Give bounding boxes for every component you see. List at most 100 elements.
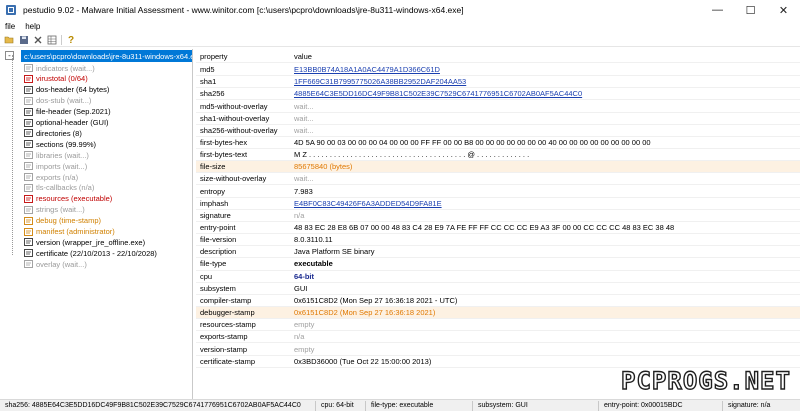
dos-header-icon: [23, 85, 33, 94]
property-value: GUI: [294, 283, 308, 293]
table-row[interactable]: file-version 8.0.3110.11: [196, 234, 800, 247]
exports-icon: [23, 173, 33, 182]
property-value[interactable]: 4885E64C3E5DD16DC49F9B81C502E39C7529C674…: [292, 89, 800, 98]
property-value: n/a: [294, 332, 305, 342]
open-button[interactable]: [3, 34, 16, 46]
tree-item[interactable]: overlay (wait...): [23, 258, 87, 270]
property-name: sha1: [200, 77, 217, 87]
tree-item-label: virustotal (0/64): [36, 74, 88, 84]
table-row[interactable]: imphash E4BF0C83C49426F6A3ADDED54D9FA81E: [196, 198, 800, 210]
strings-icon: [23, 205, 33, 214]
table-row[interactable]: file-size 85675840 (bytes): [196, 161, 800, 174]
column-header-property[interactable]: property: [196, 52, 292, 61]
table-row[interactable]: signature n/a: [196, 210, 800, 222]
toolbar-separator: [61, 34, 62, 45]
property-name: sha256: [200, 89, 225, 99]
table-row[interactable]: version-stamp empty: [196, 343, 800, 356]
property-value: wait...: [294, 113, 314, 123]
about-button[interactable]: ?: [64, 34, 77, 46]
optional-header-icon: [23, 118, 33, 127]
tree-item-label: exports (n/a): [36, 172, 79, 182]
table-row[interactable]: entropy 7.983: [196, 186, 800, 198]
manifest-icon: [23, 227, 33, 236]
close-file-button[interactable]: [31, 34, 44, 46]
close-window-button[interactable]: ✕: [767, 0, 800, 20]
window-title: pestudio 9.02 - Malware Initial Assessme…: [23, 5, 464, 15]
tree-item-label: tls-callbacks (n/a): [36, 183, 95, 193]
property-value: 48 83 EC 28 E8 6B 07 00 00 48 83 C4 28 E…: [294, 223, 675, 232]
status-entry-point: entry-point: 0x00015BDC: [599, 400, 723, 411]
property-value: 8.0.3110.11: [294, 235, 333, 245]
property-name: md5: [200, 65, 215, 75]
property-value: n/a: [294, 210, 305, 220]
table-row[interactable]: first-bytes-text M Z . . . . . . . . . . …: [196, 149, 800, 162]
virustotal-icon: [23, 74, 33, 83]
table-row[interactable]: cpu 64-bit: [196, 271, 800, 283]
file-header-icon: [23, 107, 33, 116]
table-row[interactable]: md5 E13BB0B74A18A1A0AC4479A1D366C61D: [196, 64, 800, 77]
property-value: wait...: [294, 125, 314, 135]
menu-help[interactable]: help: [20, 22, 45, 31]
table-row[interactable]: debugger-stamp 0x6151C8D2 (Mon Sep 27 16:…: [196, 307, 800, 320]
table-row[interactable]: description Java Platform SE binary: [196, 246, 800, 259]
table-header-row: property value: [196, 51, 800, 64]
certificate-icon: [23, 249, 33, 258]
minimize-button[interactable]: —: [701, 0, 734, 20]
grid-button[interactable]: [45, 34, 58, 46]
status-signature: signature: n/a: [728, 402, 771, 409]
sections-icon: [23, 140, 33, 149]
table-row[interactable]: entry-point 48 83 EC 28 E8 6B 07 00 00 48…: [196, 222, 800, 235]
tree-item-label: resources (executable): [36, 194, 113, 204]
table-row[interactable]: size-without-overlay wait...: [196, 173, 800, 186]
table-row[interactable]: exports-stamp n/a: [196, 331, 800, 344]
tree-item-label: version (wrapper_jre_offline.exe): [36, 237, 146, 247]
tree-item-label: strings (wait...): [36, 205, 85, 215]
property-name: version-stamp: [200, 344, 248, 354]
property-value: 85675840 (bytes): [294, 162, 353, 172]
status-cpu: cpu: 64-bit: [316, 400, 366, 411]
libraries-icon: [23, 151, 33, 160]
property-value: Java Platform SE binary: [294, 247, 375, 257]
table-row[interactable]: file-type executable: [196, 258, 800, 271]
column-header-value[interactable]: value: [292, 52, 800, 61]
table-row[interactable]: sha256 4885E64C3E5DD16DC49F9B81C502E39C75…: [196, 88, 800, 101]
property-name: file-type: [200, 259, 227, 269]
tree-item-label: certificate (22/10/2013 - 22/10/2028): [36, 248, 157, 258]
property-value: 7.983: [294, 186, 313, 196]
tree-item-label: imports (wait...): [36, 161, 88, 171]
save-button[interactable]: [17, 34, 30, 46]
tree-root-file[interactable]: c:\users\pcpro\downloads\jre-8u311-windo…: [21, 50, 192, 62]
property-value[interactable]: E13BB0B74A18A1A0AC4479A1D366C61D: [292, 65, 800, 74]
tree-item-label: manifest (administrator): [36, 227, 115, 236]
table-row[interactable]: resources-stamp empty: [196, 319, 800, 332]
property-name: subsystem: [200, 283, 236, 293]
table-row[interactable]: sha1 1FF669C31B7995775026A38BB2952DAF204A…: [196, 76, 800, 89]
grid-icon: [47, 35, 56, 44]
table-row[interactable]: sha1-without-overlay wait...: [196, 113, 800, 125]
table-row[interactable]: subsystem GUI: [196, 283, 800, 295]
property-value: empty: [294, 320, 315, 330]
property-name: entropy: [200, 186, 226, 196]
tree-item-label: debug (time-stamp): [36, 216, 102, 226]
property-name: entry-point: [200, 223, 236, 232]
maximize-button[interactable]: ☐: [734, 0, 767, 20]
property-value[interactable]: 1FF669C31B7995775026A38BB2952DAF204AA53: [292, 77, 800, 86]
table-row[interactable]: sha256-without-overlay wait...: [196, 125, 800, 137]
dos-stub-icon: [23, 96, 33, 105]
property-value[interactable]: E4BF0C83C49426F6A3ADDED54D9FA81E: [292, 199, 800, 208]
status-bar: sha256: 4885E64C3E5DD16DC49F9B81C502E39C…: [0, 399, 800, 411]
property-name: description: [200, 247, 237, 257]
tree-view: c:\users\pcpro\downloads\jre-8u311-windo…: [0, 49, 193, 399]
table-row[interactable]: compiler-stamp 0x6151C8D2 (Mon Sep 27 16:…: [196, 295, 800, 307]
property-value: 0x6151C8D2 (Mon Sep 27 16:36:18 2021 - U…: [294, 295, 458, 305]
table-row[interactable]: first-bytes-hex 4D 5A 90 00 03 00 00 00 0…: [196, 137, 800, 150]
resources-icon: [23, 194, 33, 203]
property-name: cpu: [200, 271, 213, 281]
tree-item-label: dos-header (64 bytes): [36, 85, 110, 95]
toolbar: ?: [0, 33, 800, 47]
property-value: 64-bit: [294, 271, 315, 281]
status-subsystem: subsystem: GUI: [473, 400, 599, 411]
menu-file[interactable]: file: [0, 22, 20, 31]
table-row[interactable]: md5-without-overlay wait...: [196, 100, 800, 113]
property-name: imphash: [200, 198, 229, 208]
